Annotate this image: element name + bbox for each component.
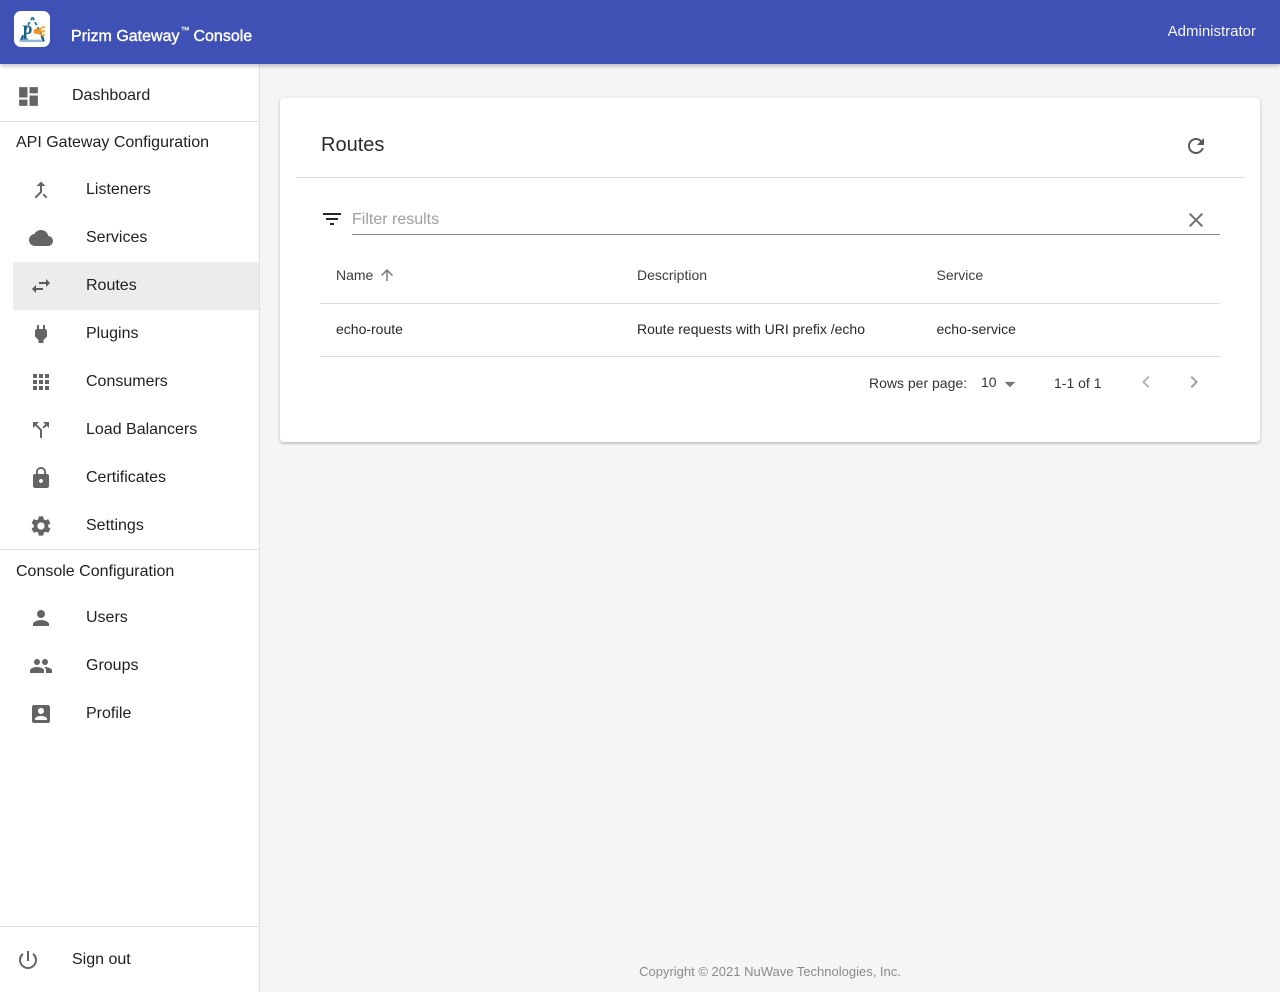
svg-text:P: P xyxy=(22,21,32,45)
